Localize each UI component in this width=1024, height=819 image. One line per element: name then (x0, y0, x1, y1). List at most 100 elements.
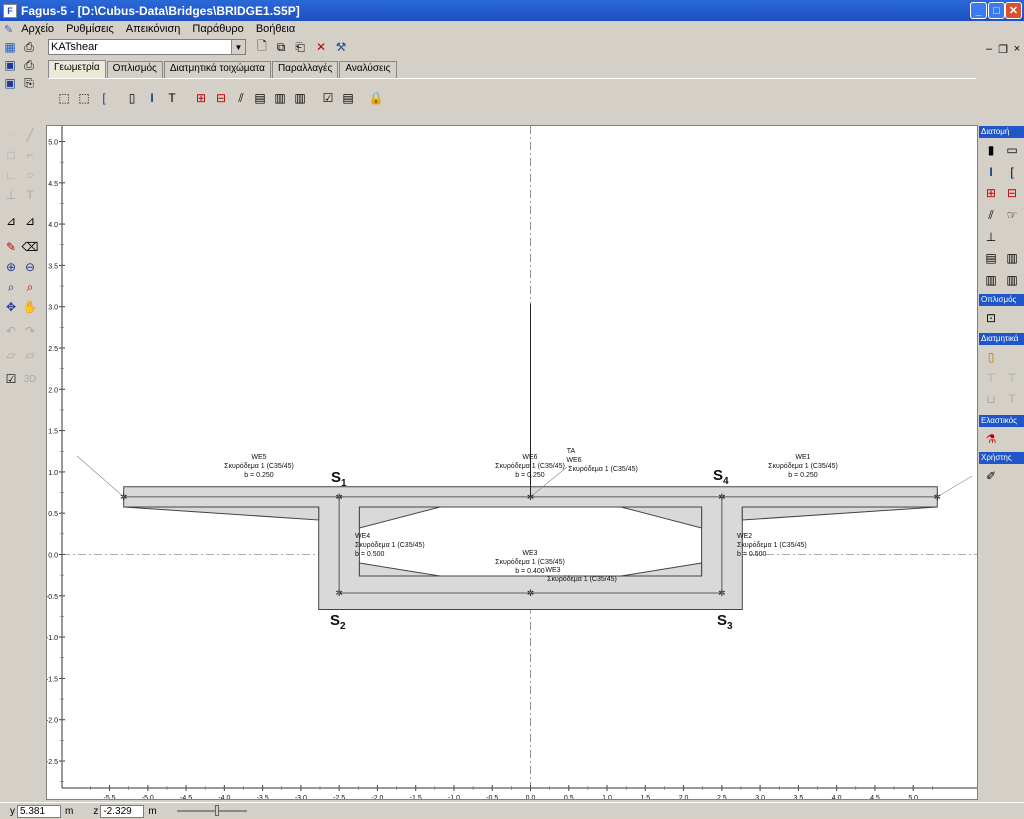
zoom-previous-icon[interactable]: ⌕ (22, 279, 38, 295)
panel-header-elastic[interactable]: Ελαστικός (979, 415, 1024, 427)
tab-geometry[interactable]: Γεωμετρία (48, 60, 106, 78)
panel-header-user[interactable]: Χρήστης (979, 452, 1024, 464)
shear-tool-3-icon[interactable]: ⊔ (983, 391, 999, 407)
parallelogram-icon[interactable]: ▱ (3, 347, 19, 363)
menu-help[interactable]: Βοήθεια (250, 23, 301, 35)
wall-elements-icon[interactable]: ⫽ (233, 90, 249, 106)
measure-angle-icon[interactable]: ⊿ (22, 213, 38, 229)
tab-analyses[interactable]: Αναλύσεις (339, 61, 397, 78)
zoom-all-icon[interactable]: ✥ (3, 299, 19, 315)
drawing-canvas[interactable]: 5.0 4.5 4.0 3.5 3.0 2.5 2.0 1.5 1.0 0.5 0.0 -0.5 -1.… (46, 120, 978, 802)
menu-settings[interactable]: Ρυθμίσεις (60, 23, 120, 35)
reinforcement-point-icon[interactable]: ⊡ (983, 310, 999, 326)
panel-header-section[interactable]: Διατομή (979, 126, 1024, 138)
element-properties-icon[interactable]: ▤ (983, 250, 999, 266)
i-beam-icon[interactable]: I (144, 90, 160, 106)
shear-tool-icon[interactable]: ⊤ (983, 370, 999, 386)
panel-header-reinforcement[interactable]: Οπλισμός (979, 294, 1024, 306)
fe-element-icon[interactable]: ▥ (983, 272, 999, 288)
report-icon[interactable]: ▤ (340, 90, 356, 106)
skew-icon[interactable]: ▱ (22, 347, 38, 363)
zoom-in-icon[interactable]: ⊕ (3, 259, 19, 275)
zoom-slider-thumb[interactable] (214, 805, 219, 816)
lock-icon[interactable]: 🔒 (368, 90, 384, 106)
mdi-close-button[interactable]: × (1010, 43, 1024, 55)
new-section-icon[interactable]: 🗋 (254, 39, 270, 55)
shear-wall-icon[interactable]: ▯ (983, 349, 999, 365)
3d-view-icon[interactable]: 3D (22, 371, 38, 387)
elastic-analysis-icon[interactable]: ⚗ (983, 431, 999, 447)
pointer-element-icon[interactable]: ☞ (1004, 207, 1020, 223)
tab-reinforcement[interactable]: Οπλισμός (106, 61, 163, 78)
save-as-icon[interactable]: ▣ (2, 75, 18, 91)
shear-tool-2-icon[interactable]: ⊤ (1004, 370, 1020, 386)
node-marker[interactable]: ✲ (718, 588, 726, 598)
dimension-icon[interactable]: ⊥ (983, 229, 999, 245)
zoom-out-icon[interactable]: ⊖ (22, 259, 38, 275)
redo-icon[interactable]: ↷ (22, 323, 38, 339)
delete-section-icon[interactable]: ✕ (313, 39, 329, 55)
menu-window[interactable]: Παράθυρο (186, 23, 249, 35)
close-button[interactable]: ✕ (1005, 2, 1022, 19)
menu-file[interactable]: Αρχείο (15, 23, 60, 35)
minimize-button[interactable]: _ (970, 2, 987, 19)
zoom-window-icon[interactable]: ⌕ (3, 279, 19, 295)
fe-element-icon[interactable]: ▥ (272, 90, 288, 106)
channel-icon[interactable]: [ (1004, 164, 1020, 180)
check-icon[interactable]: ☑ (320, 90, 336, 106)
add-element-icon[interactable]: ⊟ (1004, 185, 1020, 201)
polygon-icon[interactable]: ⌐ (22, 147, 38, 163)
dimension-icon[interactable]: ⊥ (3, 187, 19, 203)
i-beam-icon[interactable]: I (983, 164, 999, 180)
add-element-icon[interactable]: ⊟ (213, 90, 229, 106)
node-marker[interactable]: ✲ (718, 492, 726, 502)
undo-icon[interactable]: ↶ (3, 323, 19, 339)
select-icon[interactable]: ⬚ (56, 90, 72, 106)
save-icon[interactable]: ▣ (2, 57, 18, 73)
export-icon[interactable]: ⎘ (21, 75, 37, 91)
panel-header-shear[interactable]: Διατμητικά (979, 333, 1024, 345)
maximize-button[interactable]: □ (988, 2, 1005, 19)
node-element-icon[interactable]: ▥ (1004, 272, 1020, 288)
section-box-icon[interactable]: ▮ (983, 142, 999, 158)
mdi-minimize-button[interactable]: – (982, 43, 996, 55)
line-icon[interactable]: ╱ (22, 127, 38, 143)
add-point-icon[interactable]: ⊞ (983, 185, 999, 201)
node-marker[interactable]: ✲ (934, 492, 942, 502)
zoom-slider[interactable] (176, 805, 247, 816)
text-icon[interactable]: T (22, 187, 38, 203)
node-marker[interactable]: ✲ (527, 492, 535, 502)
print-icon[interactable]: ⎙ (21, 39, 37, 55)
point-icon[interactable]: · (3, 127, 19, 143)
measure-icon[interactable]: ⊿ (3, 213, 19, 229)
checklist-icon[interactable]: ☑ (3, 371, 19, 387)
node-marker[interactable]: ✲ (527, 588, 535, 598)
pencil-icon[interactable]: ✎ (3, 239, 19, 255)
l-shape-icon[interactable]: ∟ (3, 167, 19, 183)
circle-icon[interactable]: ○ (22, 167, 38, 183)
node-marker[interactable]: ✲ (335, 492, 343, 502)
tab-variants[interactable]: Παραλλαγές (271, 61, 339, 78)
wall-elements-icon[interactable]: ⫽ (983, 207, 999, 223)
element-properties-icon[interactable]: ▤ (252, 90, 268, 106)
mdi-restore-button[interactable]: ❐ (996, 43, 1010, 56)
select-region-icon[interactable]: ⬚ (76, 90, 92, 106)
box-section-icon[interactable]: ▯ (124, 90, 140, 106)
node-element-icon[interactable]: ▥ (292, 90, 308, 106)
node-marker[interactable]: ✲ (120, 492, 128, 502)
t-beam-icon[interactable]: T (164, 90, 180, 106)
eraser-icon[interactable]: ⌫ (22, 239, 39, 255)
section-settings-icon[interactable]: ⚒ (333, 39, 349, 55)
section-combo[interactable]: KATshear ▼ (48, 39, 246, 55)
chevron-down-icon[interactable]: ▼ (231, 40, 245, 54)
t-beam-icon[interactable]: T (1004, 391, 1020, 407)
add-point-icon[interactable]: ⊞ (193, 90, 209, 106)
print-preview-icon[interactable]: ⎙ (21, 57, 37, 73)
channel-section-icon[interactable]: [ (96, 90, 112, 106)
copy-section-icon[interactable]: ⧉ (273, 39, 289, 55)
paste-section-icon[interactable]: ⎗ (292, 39, 308, 55)
node-marker[interactable]: ✲ (335, 588, 343, 598)
element-list-icon[interactable]: ▥ (1004, 250, 1020, 266)
menu-view[interactable]: Απεικόνιση (120, 23, 187, 35)
new-project-icon[interactable]: ▦ (2, 39, 18, 55)
